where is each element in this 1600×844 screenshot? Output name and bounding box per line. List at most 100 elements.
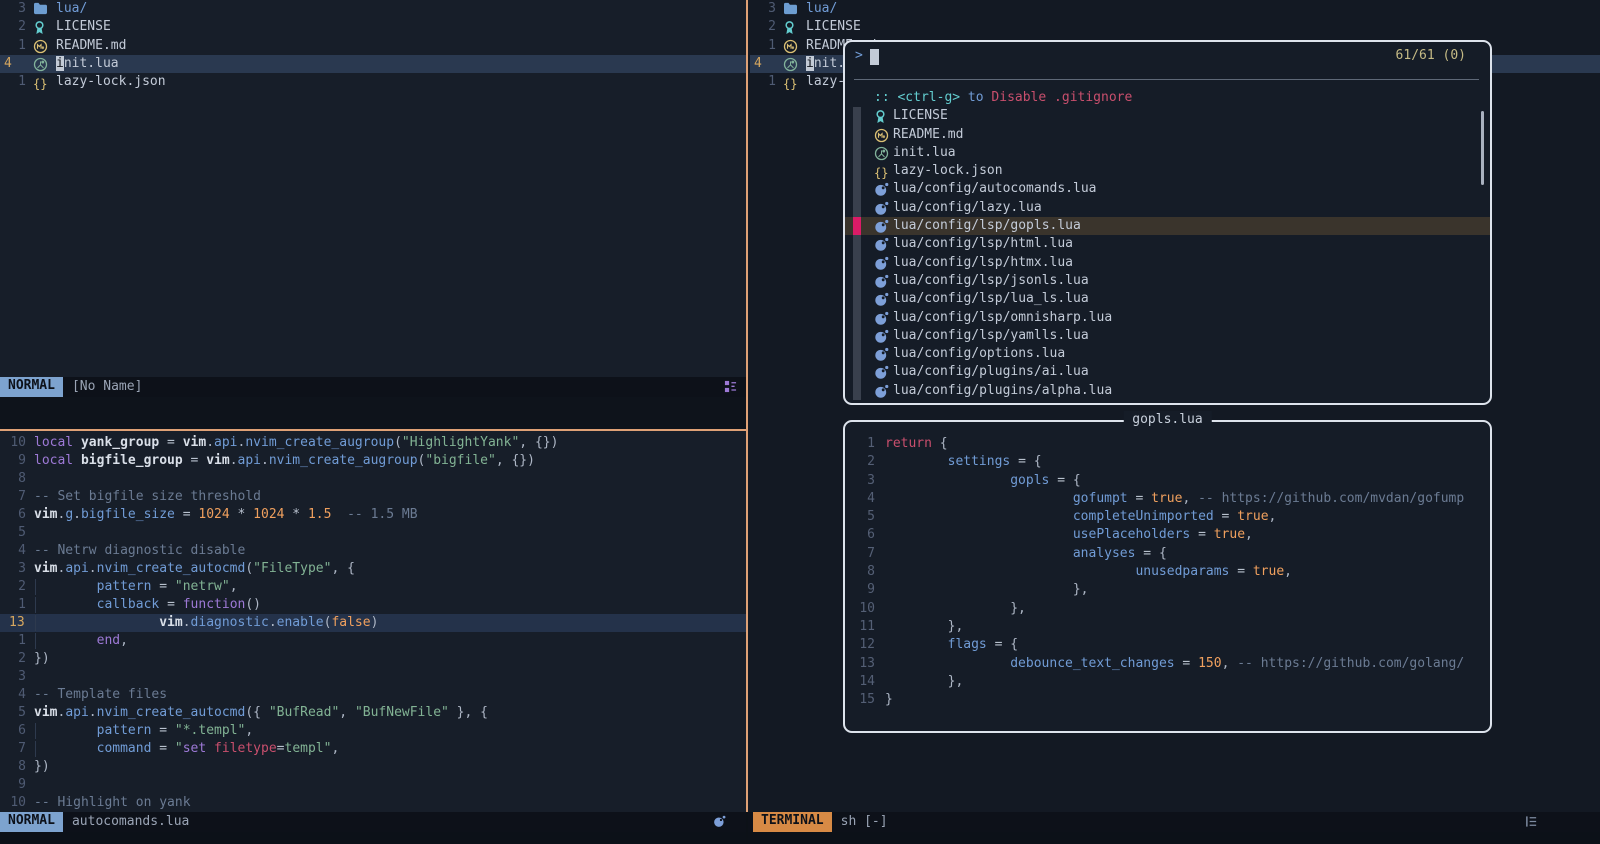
- line-number: 1: [0, 596, 26, 614]
- line-number: 1: [750, 37, 776, 55]
- line-number: 1: [0, 73, 26, 91]
- code-line[interactable]: 4-- Template files: [0, 686, 746, 704]
- telescope-prompt[interactable]: > 61/61 (0): [845, 42, 1490, 76]
- file-name: LICENSE: [56, 18, 111, 36]
- code-text: },: [885, 618, 963, 636]
- file-path: init.lua: [893, 144, 956, 162]
- code-line[interactable]: 5: [0, 524, 746, 542]
- file-name: lua/: [806, 0, 837, 18]
- file-name: README.md: [56, 37, 126, 55]
- line-number: 10: [0, 434, 26, 452]
- explorer-row[interactable]: 1{}lazy-lock.json: [0, 73, 746, 91]
- code-line[interactable]: 7 command = "set filetype=templ",: [0, 740, 746, 758]
- indent-guide: [35, 741, 36, 757]
- telescope-item[interactable]: LICENSE: [845, 107, 1490, 125]
- code-text: pattern = "*.templ",: [34, 722, 253, 740]
- file-path: lua/config/lsp/omnisharp.lua: [893, 309, 1112, 327]
- indent-guide: [35, 597, 36, 613]
- cursor-block: i: [56, 56, 64, 71]
- telescope-item[interactable]: lua/config/lsp/lua_ls.lua: [845, 290, 1490, 308]
- telescope-item[interactable]: lua/config/options.lua: [845, 345, 1490, 363]
- code-line[interactable]: 2}): [0, 650, 746, 668]
- code-line[interactable]: 4-- Netrw diagnostic disable: [0, 542, 746, 560]
- indent-guide: [35, 579, 36, 595]
- line-number: 6: [0, 506, 26, 524]
- line-number: 3: [0, 0, 26, 18]
- telescope-item[interactable]: lua/config/lsp/jsonls.lua: [845, 272, 1490, 290]
- explorer-row[interactable]: 3 lua/: [750, 0, 1600, 18]
- telescope-item[interactable]: lua/config/plugins/ai.lua: [845, 363, 1490, 381]
- preview-code-line: 7 analyses = {: [845, 545, 1490, 563]
- explorer-row[interactable]: 1README.md: [0, 37, 746, 55]
- code-line[interactable]: 2 pattern = "netrw",: [0, 578, 746, 596]
- lua-moon-icon: [874, 384, 890, 399]
- code-text: unusedparams = true,: [885, 563, 1292, 581]
- code-line[interactable]: 10 local yank_group = vim.api.nvim_create…: [0, 434, 746, 452]
- code-line[interactable]: 9local bigfile_group = vim.api.nvim_crea…: [0, 452, 746, 470]
- code-text: local yank_group = vim.api.nvim_create_a…: [34, 434, 558, 452]
- lua-moon-icon: [874, 201, 890, 216]
- line-number: 3: [750, 0, 776, 18]
- file-path: lua/config/options.lua: [893, 345, 1065, 363]
- explorer-row[interactable]: 2 LICENSE: [0, 18, 746, 36]
- code-line[interactable]: 1 end,: [0, 632, 746, 650]
- code-line[interactable]: 3vim.api.nvim_create_autocmd("FileType",…: [0, 560, 746, 578]
- telescope-item[interactable]: lua/config/lsp/omnisharp.lua: [845, 309, 1490, 327]
- line-number: 8: [0, 758, 26, 776]
- statusline-noname: NORMAL [No Name]: [0, 377, 746, 397]
- entry-gutter: [853, 327, 861, 345]
- code-line[interactable]: 7-- Set bigfile size threshold: [0, 488, 746, 506]
- code-line[interactable]: 8: [0, 470, 746, 488]
- license-icon: [783, 20, 799, 35]
- file-path: lua/config/lazy.lua: [893, 199, 1042, 217]
- code-text: return {: [885, 435, 948, 453]
- telescope-results[interactable]: :: <ctrl-g> to Disable .gitignoreLICENSE…: [845, 89, 1490, 401]
- telescope-item[interactable]: {}lazy-lock.json: [845, 162, 1490, 180]
- telescope-item[interactable]: README.md: [845, 126, 1490, 144]
- code-window-autocommands[interactable]: 10 local yank_group = vim.api.nvim_create…: [0, 434, 746, 812]
- code-line[interactable]: 1 callback = function(): [0, 596, 746, 614]
- telescope-item[interactable]: lua/config/plugins/alpha.lua: [845, 382, 1490, 400]
- telescope-item[interactable]: lua/config/lsp/htmx.lua: [845, 254, 1490, 272]
- code-line[interactable]: 6 pattern = "*.templ",: [0, 722, 746, 740]
- telescope-item[interactable]: init.lua: [845, 144, 1490, 162]
- neovim-screen: 3lua/2LICENSE1README.md4init.lua1{}lazy-…: [0, 0, 1600, 844]
- code-line[interactable]: 5vim.api.nvim_create_autocmd({ "BufRead"…: [0, 704, 746, 722]
- line-number: 13: [851, 655, 875, 673]
- explorer-row[interactable]: 4init.lua: [0, 55, 746, 73]
- line-number: 8: [851, 563, 875, 581]
- code-line[interactable]: 6vim.g.bigfile_size = 1024 * 1024 * 1.5 …: [0, 506, 746, 524]
- file-explorer-left[interactable]: 3lua/2LICENSE1README.md4init.lua1{}lazy-…: [0, 0, 746, 91]
- line-number: 9: [0, 452, 26, 470]
- line-number: 2: [0, 18, 26, 36]
- line-number: 14: [851, 673, 875, 691]
- code-text: },: [885, 673, 963, 691]
- telescope-item[interactable]: lua/config/lsp/yamlls.lua: [845, 327, 1490, 345]
- code-line[interactable]: 3: [0, 668, 746, 686]
- line-number: 10: [0, 794, 26, 812]
- markdown-icon: [874, 128, 890, 143]
- telescope-item[interactable]: lua/config/lazy.lua: [845, 199, 1490, 217]
- code-line[interactable]: 10 -- Highlight on yank: [0, 794, 746, 812]
- code-line[interactable]: 13 vim.diagnostic.enable(false): [0, 614, 746, 632]
- telescope-item-selected[interactable]: lua/config/lsp/gopls.lua: [845, 217, 1490, 235]
- line-number: 8: [0, 470, 26, 488]
- results-scrollbar[interactable]: [1481, 111, 1484, 185]
- line-number: 6: [0, 722, 26, 740]
- file-name: lazy-lock.json: [56, 73, 166, 91]
- code-line[interactable]: 8}): [0, 758, 746, 776]
- result-counter: 61/61 (0): [1396, 47, 1466, 65]
- explorer-row[interactable]: 2LICENSE: [750, 18, 1600, 36]
- telescope-item[interactable]: lua/config/lsp/html.lua: [845, 235, 1490, 253]
- code-text: -- Highlight on yank: [34, 794, 191, 812]
- explorer-row[interactable]: 3lua/: [0, 0, 746, 18]
- code-text: analyses = {: [885, 545, 1167, 563]
- selection-caret: [853, 217, 861, 235]
- line-number: 3: [0, 560, 26, 578]
- code-text: -- Netrw diagnostic disable: [34, 542, 245, 560]
- code-text: completeUnimported = true,: [885, 508, 1276, 526]
- code-line[interactable]: 9: [0, 776, 746, 794]
- left-pane: 3lua/2LICENSE1README.md4init.lua1{}lazy-…: [0, 0, 746, 844]
- telescope-item[interactable]: lua/config/autocomands.lua: [845, 180, 1490, 198]
- preview-code-line: 11 },: [845, 618, 1490, 636]
